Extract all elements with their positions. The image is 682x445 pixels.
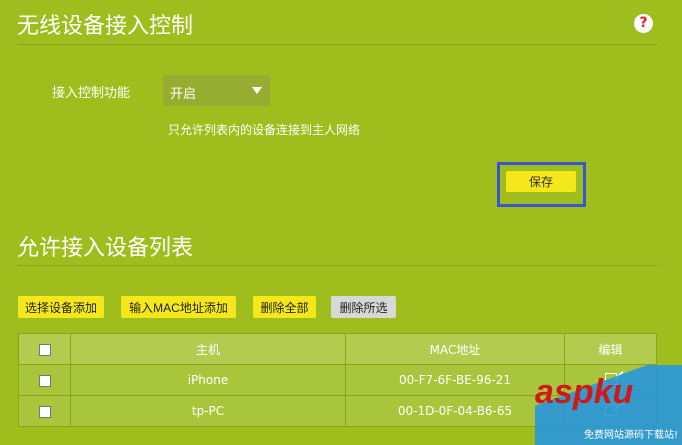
delete-selected-button[interactable]: 删除所选 xyxy=(331,296,396,318)
row-checkbox[interactable] xyxy=(38,405,51,418)
column-host: 主机 xyxy=(70,333,346,365)
delete-all-button[interactable]: 删除全部 xyxy=(253,296,316,318)
watermark-logo: aspku 免费网站源码下载站! xyxy=(535,365,682,445)
divider xyxy=(17,44,657,45)
row-checkbox[interactable] xyxy=(38,374,51,387)
mac-cell: 00-F7-6F-BE-96-21 xyxy=(345,364,565,396)
select-device-add-button[interactable]: 选择设备添加 xyxy=(18,296,104,318)
host-cell: tp-PC xyxy=(70,395,346,427)
access-control-label: 接入控制功能 xyxy=(52,86,131,101)
divider xyxy=(17,265,657,266)
chevron-down-icon xyxy=(252,87,262,94)
column-mac: MAC地址 xyxy=(345,333,565,365)
column-edit: 编辑 xyxy=(564,333,657,365)
select-value: 开启 xyxy=(170,87,197,102)
watermark-subtitle: 免费网站源码下载站! xyxy=(583,430,678,441)
mac-cell: 00-1D-0F-04-B6-65 xyxy=(345,395,565,427)
table-header: 主机 MAC地址 编辑 xyxy=(18,333,657,365)
save-button[interactable]: 保存 xyxy=(506,171,576,192)
access-control-description: 只允许列表内的设备连接到主人网络 xyxy=(168,123,361,137)
help-icon[interactable]: ? xyxy=(634,14,653,33)
access-control-select[interactable]: 开启 xyxy=(163,75,270,106)
watermark-text: aspku xyxy=(535,373,634,411)
host-cell: iPhone xyxy=(70,364,346,396)
select-all-checkbox[interactable] xyxy=(38,343,51,356)
list-title: 允许接入设备列表 xyxy=(17,236,194,261)
enter-mac-add-button[interactable]: 输入MAC地址添加 xyxy=(121,296,236,318)
page-title: 无线设备接入控制 xyxy=(17,14,194,39)
